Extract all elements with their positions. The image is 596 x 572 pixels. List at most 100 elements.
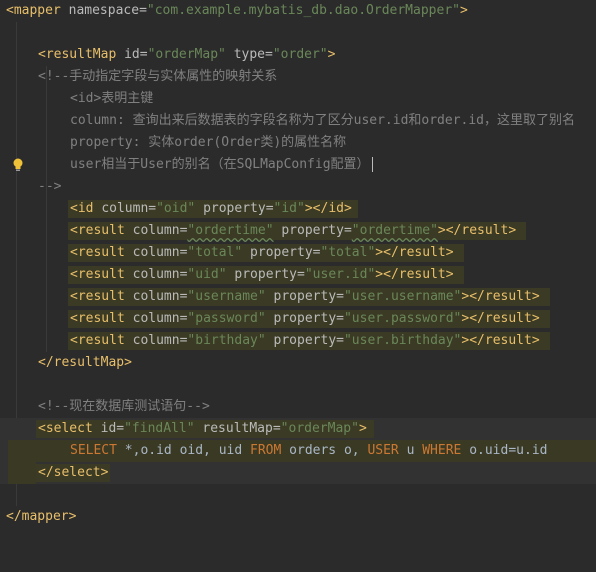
attr-name: property	[203, 201, 266, 216]
code-line-5[interactable]: <id>表明主键	[0, 88, 596, 110]
token: =	[265, 47, 273, 62]
sql-text: *,o.id oid, uid	[116, 443, 251, 458]
lightbulb-icon[interactable]	[12, 158, 24, 172]
comment: <!--现在数据库测试语句-->	[38, 399, 210, 414]
tag-name: result	[398, 267, 446, 282]
code-line-7[interactable]: property: 实体order(Order类)的属性名称	[0, 132, 596, 154]
attr-name: property	[234, 267, 298, 282]
token: <	[6, 3, 14, 18]
attr-value: "oid"	[156, 201, 196, 216]
token: >	[358, 421, 367, 436]
attr-value: "orderMap"	[147, 47, 226, 62]
attr-name: property	[250, 245, 313, 260]
usage-highlight	[8, 462, 36, 484]
code-line-6[interactable]: column: 查询出来后数据表的字段名称为了区分user.id和order.i…	[0, 110, 596, 132]
attr-value: "orderMap"	[280, 421, 359, 436]
code-line-1[interactable]: <mapper namespace="com.example.mybatis_d…	[0, 0, 596, 22]
sql-text: o.uid=u.id	[461, 443, 548, 458]
token: >	[459, 3, 468, 18]
code-line-8[interactable]: user相当于User的别名（在SQLMapConfig配置）	[0, 154, 596, 176]
code-line-22[interactable]: </select>	[0, 462, 596, 484]
token: <	[70, 311, 78, 326]
attr-value: "id"	[273, 201, 305, 216]
code-line-11[interactable]: <result column="ordertime" property="ord…	[0, 220, 596, 242]
usage-highlight	[8, 440, 36, 462]
attr-value: "username"	[187, 289, 266, 304]
code-line-19[interactable]: <!--现在数据库测试语句-->	[0, 396, 596, 418]
attr-value: "ordertime"	[187, 223, 274, 238]
tag-name: result	[77, 223, 125, 238]
code-line-16[interactable]: <result column="birthday" property="user…	[0, 330, 596, 352]
code-line-15[interactable]: <result column="password" property="user…	[0, 308, 596, 330]
token: >	[445, 245, 454, 260]
code-line-12[interactable]: <result column="total" property="total">…	[0, 242, 596, 264]
sql-text: orders o,	[281, 443, 368, 458]
code-line-20[interactable]: <select id="findAll" resultMap="orderMap…	[0, 418, 596, 440]
tag-name: mapper	[13, 3, 61, 18]
tag-name: resultMap	[53, 355, 125, 370]
token: >	[124, 355, 132, 370]
token: ></	[461, 289, 485, 304]
token: >	[531, 333, 540, 348]
attr-value: "user.password"	[343, 311, 462, 326]
token: <	[70, 333, 78, 348]
attr-value: "birthday"	[187, 333, 266, 348]
token: ></	[437, 223, 462, 238]
tag-name: mapper	[21, 509, 69, 524]
comment: <id>表明主键	[70, 91, 154, 106]
token: <	[70, 223, 78, 238]
comment: property: 实体order(Order类)的属性名称	[70, 135, 347, 150]
attr-name: property	[281, 223, 344, 238]
token: </	[38, 465, 54, 480]
code-line-9[interactable]: -->	[0, 176, 596, 198]
attr-value: "total"	[187, 245, 243, 260]
token: </	[38, 355, 54, 370]
code-line-21[interactable]: SELECT *,o.id oid, uid FROM orders o, US…	[0, 440, 596, 462]
token: >	[508, 223, 517, 238]
code-line-14[interactable]: <result column="username" property="user…	[0, 286, 596, 308]
tag-name: id	[328, 201, 344, 216]
code-line-17[interactable]: </resultMap>	[0, 352, 596, 374]
tag-name: result	[484, 333, 532, 348]
tag-name: result	[77, 289, 125, 304]
token: <	[70, 245, 78, 260]
sql-keyword: USER	[367, 443, 399, 458]
attr-name: column	[132, 311, 180, 326]
comment: -->	[38, 179, 62, 194]
code-line-24[interactable]: </mapper>	[0, 506, 596, 528]
token: >	[445, 267, 454, 282]
sql-keyword: SELECT	[70, 443, 117, 458]
attr-value: "ordertime"	[351, 223, 438, 238]
code-line-10[interactable]: <id column="oid" property="id"></id>	[0, 198, 596, 220]
attr-name: column	[132, 267, 180, 282]
attr-name: type	[233, 47, 266, 62]
tag-name: result	[484, 311, 532, 326]
token: >	[343, 201, 352, 216]
attr-value: "user.birthday"	[343, 333, 462, 348]
tag-name: result	[77, 267, 125, 282]
attr-value: "findAll"	[124, 421, 195, 436]
code-line-4[interactable]: <!--手动指定字段与实体属性的映射关系	[0, 66, 596, 88]
token: <	[70, 201, 78, 216]
sql-keyword: FROM	[250, 443, 282, 458]
token: >	[100, 465, 109, 480]
token: ></	[375, 245, 399, 260]
tag-name: result	[77, 311, 125, 326]
attr-value: "order"	[272, 47, 328, 62]
tag-name: id	[77, 201, 94, 216]
attr-name: column	[101, 201, 149, 216]
attr-value: "uid"	[187, 267, 227, 282]
sql-text: u	[398, 443, 423, 458]
token: ></	[375, 267, 399, 282]
comment: user相当于User的别名（在SQLMapConfig配置）	[70, 157, 370, 172]
token: =	[139, 3, 147, 18]
code-editor[interactable]: <mapper namespace="com.example.mybatis_d…	[0, 0, 596, 528]
tag-name: result	[484, 289, 532, 304]
attr-name: resultMap	[202, 421, 273, 436]
token: <	[38, 47, 46, 62]
code-line-3[interactable]: <resultMap id="orderMap" type="order">	[0, 44, 596, 66]
code-line-13[interactable]: <result column="uid" property="user.id">…	[0, 264, 596, 286]
tag-name: result	[398, 245, 446, 260]
